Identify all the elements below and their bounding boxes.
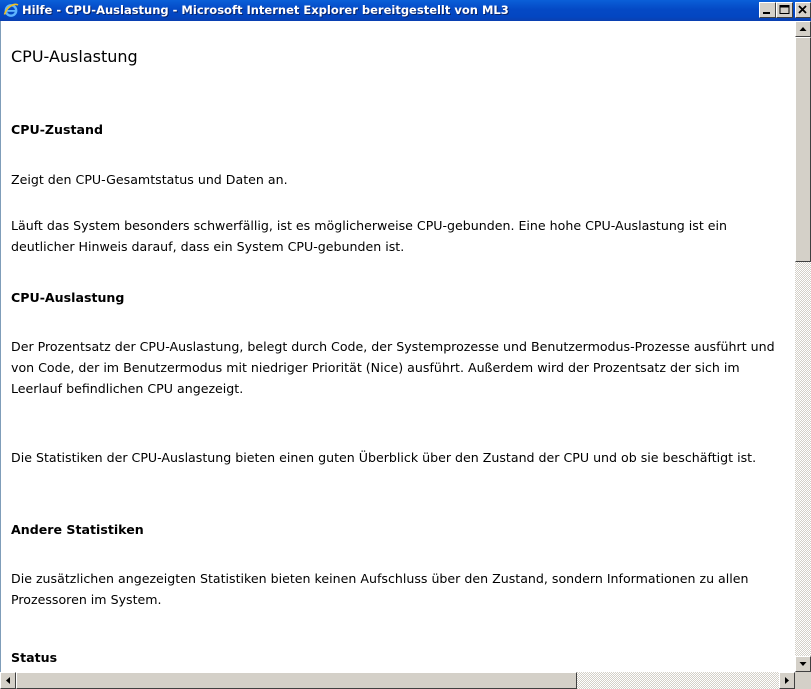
vertical-scroll-thumb[interactable] [795,37,811,262]
scroll-down-button[interactable] [795,656,811,672]
vertical-scrollbar[interactable] [795,21,811,672]
paragraph: Zeigt den CPU-Gesamtstatus und Daten an. [11,172,288,187]
section-heading-cpu-zustand: CPU-Zustand [11,122,104,137]
browser-window: Hilfe - CPU-Auslastung - Microsoft Inter… [0,0,811,689]
close-button[interactable] [795,2,811,18]
section-heading-andere-statistiken: Andere Statistiken [11,522,144,537]
horizontal-scrollbar[interactable] [0,672,795,689]
scroll-up-button[interactable] [795,21,811,37]
window-title: Hilfe - CPU-Auslastung - Microsoft Inter… [22,3,509,17]
maximize-icon [779,5,790,14]
paragraph: Die Statistiken der CPU-Auslastung biete… [11,450,757,465]
help-content-area[interactable]: CPU-Auslastung CPU-Zustand Zeigt den CPU… [0,21,796,672]
scrollbar-corner [795,672,811,689]
arrow-left-icon [6,677,10,684]
maximize-button[interactable] [776,2,793,18]
paragraph: Der Prozentsatz der CPU-Auslastung, bele… [11,339,775,396]
scroll-left-button[interactable] [0,672,16,689]
scroll-right-button[interactable] [779,672,795,689]
arrow-down-icon [799,662,807,666]
title-bar[interactable]: Hilfe - CPU-Auslastung - Microsoft Inter… [0,0,811,21]
page-title: CPU-Auslastung [11,47,138,66]
minimize-icon [763,12,770,14]
horizontal-scroll-thumb[interactable] [16,672,577,689]
paragraph: Die zusätzlichen angezeigten Statistiken… [11,571,749,607]
section-heading-cpu-auslastung: CPU-Auslastung [11,290,125,305]
internet-explorer-icon [3,2,19,18]
close-icon [798,5,807,14]
arrow-right-icon [785,677,789,684]
paragraph: Läuft das System besonders schwerfällig,… [11,218,728,254]
section-heading-status: Status [11,650,58,665]
minimize-button[interactable] [759,2,776,18]
arrow-up-icon [799,27,807,31]
